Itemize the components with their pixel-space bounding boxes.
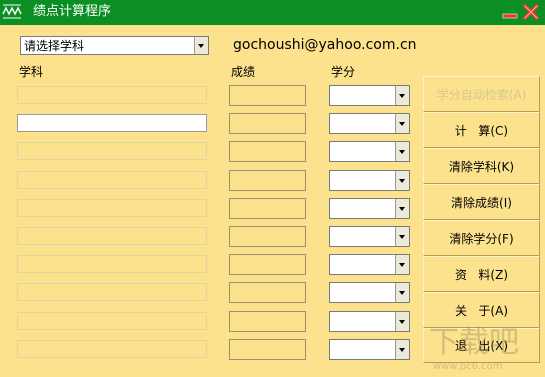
chevron-down-icon[interactable]: [395, 198, 409, 218]
button-label: 资 料(Z): [454, 267, 509, 282]
button-label: 清除成绩(I): [451, 195, 512, 210]
subject-input[interactable]: [17, 142, 207, 161]
subject-input[interactable]: [17, 198, 207, 217]
score-input[interactable]: [229, 310, 306, 332]
subject-input[interactable]: [17, 227, 207, 245]
calculate-button[interactable]: 计 算(C): [423, 112, 540, 148]
credit-select[interactable]: [329, 169, 410, 191]
credit-select[interactable]: [329, 197, 410, 219]
subject-input[interactable]: [17, 114, 207, 133]
credit-select[interactable]: [329, 113, 410, 135]
score-input[interactable]: [229, 85, 306, 106]
credit-column-header: 学分: [331, 65, 356, 79]
score-input[interactable]: [229, 226, 306, 247]
subject-input[interactable]: [17, 170, 207, 189]
score-input[interactable]: [229, 338, 306, 360]
subject-input[interactable]: [17, 311, 207, 330]
chevron-down-icon[interactable]: [395, 283, 409, 303]
score-input[interactable]: [229, 113, 306, 135]
chevron-down-icon[interactable]: [395, 311, 409, 331]
credit-select[interactable]: [329, 310, 410, 332]
chevron-down-icon[interactable]: [395, 142, 409, 162]
score-input[interactable]: [229, 141, 306, 163]
chevron-down-icon[interactable]: [395, 170, 409, 190]
chevron-down-icon[interactable]: [395, 86, 409, 105]
score-input[interactable]: [229, 197, 306, 219]
button-label: 清除学分(F): [449, 231, 514, 246]
close-button[interactable]: [522, 4, 540, 20]
chevron-down-icon[interactable]: [395, 255, 409, 275]
subject-input[interactable]: [17, 283, 207, 302]
credit-select[interactable]: [329, 254, 410, 276]
button-label: 学分自动检索(A): [436, 87, 527, 102]
subject-category-select[interactable]: 请选择学科: [20, 36, 209, 55]
clear-credits-button[interactable]: 清除学分(F): [423, 220, 540, 256]
info-button[interactable]: 资 料(Z): [423, 256, 540, 292]
credit-select[interactable]: [329, 226, 410, 247]
clear-scores-button[interactable]: 清除成绩(I): [423, 184, 540, 220]
score-input[interactable]: [229, 254, 306, 276]
subject-input[interactable]: [17, 339, 207, 358]
title-bar[interactable]: 绩点计算程序: [0, 0, 545, 25]
credit-select[interactable]: [329, 85, 410, 106]
svg-text:下载吧: 下载吧: [429, 325, 519, 360]
app-icon: [2, 2, 22, 20]
chevron-down-icon[interactable]: [395, 114, 409, 134]
subject-category-value: 请选择学科: [24, 39, 85, 53]
window-title: 绩点计算程序: [33, 4, 112, 19]
credit-select[interactable]: [329, 338, 410, 360]
auto-credit-lookup-button[interactable]: 学分自动检索(A): [423, 76, 540, 112]
score-input[interactable]: [229, 282, 306, 304]
score-column-header: 成绩: [231, 65, 256, 79]
subject-input[interactable]: [17, 255, 207, 274]
watermark-text: www.pc6.com: [433, 361, 503, 372]
author-email: gochoushi@yahoo.com.cn: [233, 37, 417, 53]
button-label: 清除学科(K): [448, 159, 515, 174]
site-watermark: 下载吧 www.pc6.com: [429, 325, 519, 372]
credit-select[interactable]: [329, 282, 410, 304]
chevron-down-icon[interactable]: [395, 227, 409, 246]
chevron-down-icon[interactable]: [395, 339, 409, 359]
subject-input[interactable]: [17, 86, 207, 104]
button-label: 计 算(C): [454, 123, 509, 138]
subject-column-header: 学科: [19, 65, 44, 79]
chevron-down-icon[interactable]: [194, 37, 208, 54]
button-label: 关 于(A): [454, 303, 509, 318]
clear-subjects-button[interactable]: 清除学科(K): [423, 148, 540, 184]
credit-select[interactable]: [329, 141, 410, 163]
score-input[interactable]: [229, 169, 306, 191]
minimize-button[interactable]: [501, 4, 519, 20]
